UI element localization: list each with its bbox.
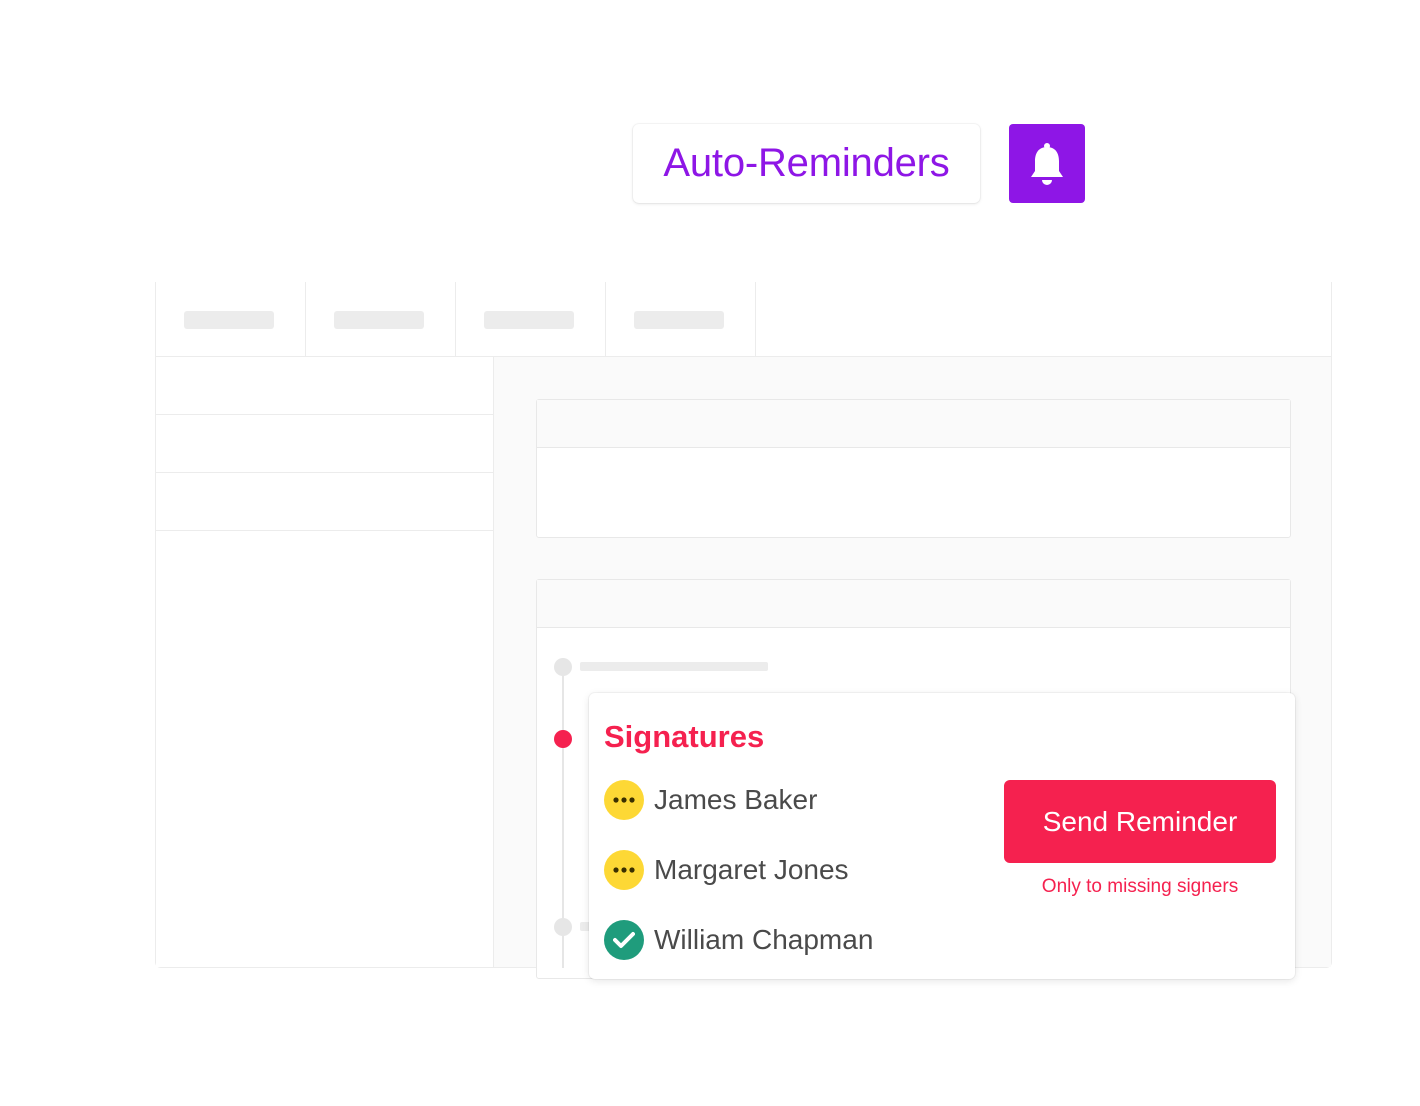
signed-status-icon	[604, 920, 644, 960]
tab-placeholder-1[interactable]	[156, 282, 306, 357]
timeline-label-skeleton	[580, 662, 768, 671]
tab-bar	[156, 282, 1331, 357]
signatures-title: Signatures	[604, 719, 765, 754]
signer-name: Margaret Jones	[654, 854, 849, 885]
signatures-panel: Signatures James Baker Margaret Jones Wi…	[589, 693, 1295, 979]
signer-row: William Chapman	[604, 920, 873, 960]
sidebar-item[interactable]	[156, 357, 493, 415]
tab-placeholder-4[interactable]	[606, 282, 756, 357]
tab-label-skeleton	[634, 310, 724, 329]
feature-title: Auto-Reminders	[663, 141, 950, 185]
check-icon	[613, 932, 635, 948]
sidebar-item[interactable]	[156, 473, 493, 531]
sidebar-item[interactable]	[156, 415, 493, 473]
tab-label-skeleton	[184, 310, 274, 329]
signer-row: James Baker	[604, 780, 817, 820]
tab-placeholder-2[interactable]	[306, 282, 456, 357]
bell-icon	[1031, 142, 1063, 185]
sidebar	[156, 357, 494, 967]
pending-status-icon	[604, 780, 644, 820]
ellipsis-icon	[613, 867, 635, 873]
pending-status-icon	[604, 850, 644, 890]
content-card	[536, 399, 1291, 538]
send-reminder-button[interactable]: Send Reminder	[1004, 780, 1276, 863]
notifications-button[interactable]	[1009, 124, 1085, 203]
signer-name: William Chapman	[654, 924, 874, 955]
tab-label-skeleton	[484, 310, 574, 329]
timeline-dot	[554, 658, 572, 676]
signer-name: James Baker	[654, 784, 818, 815]
tab-placeholder-3[interactable]	[456, 282, 606, 357]
timeline-dot	[554, 918, 572, 936]
card-header	[537, 580, 1290, 628]
card-header	[537, 400, 1290, 448]
signer-row: Margaret Jones	[604, 850, 849, 890]
ellipsis-icon	[613, 797, 635, 803]
timeline-active-dot	[554, 730, 572, 748]
send-reminder-note: Only to missing signers	[1041, 876, 1239, 897]
feature-title-pill: Auto-Reminders	[633, 124, 980, 203]
tab-label-skeleton	[334, 310, 424, 329]
